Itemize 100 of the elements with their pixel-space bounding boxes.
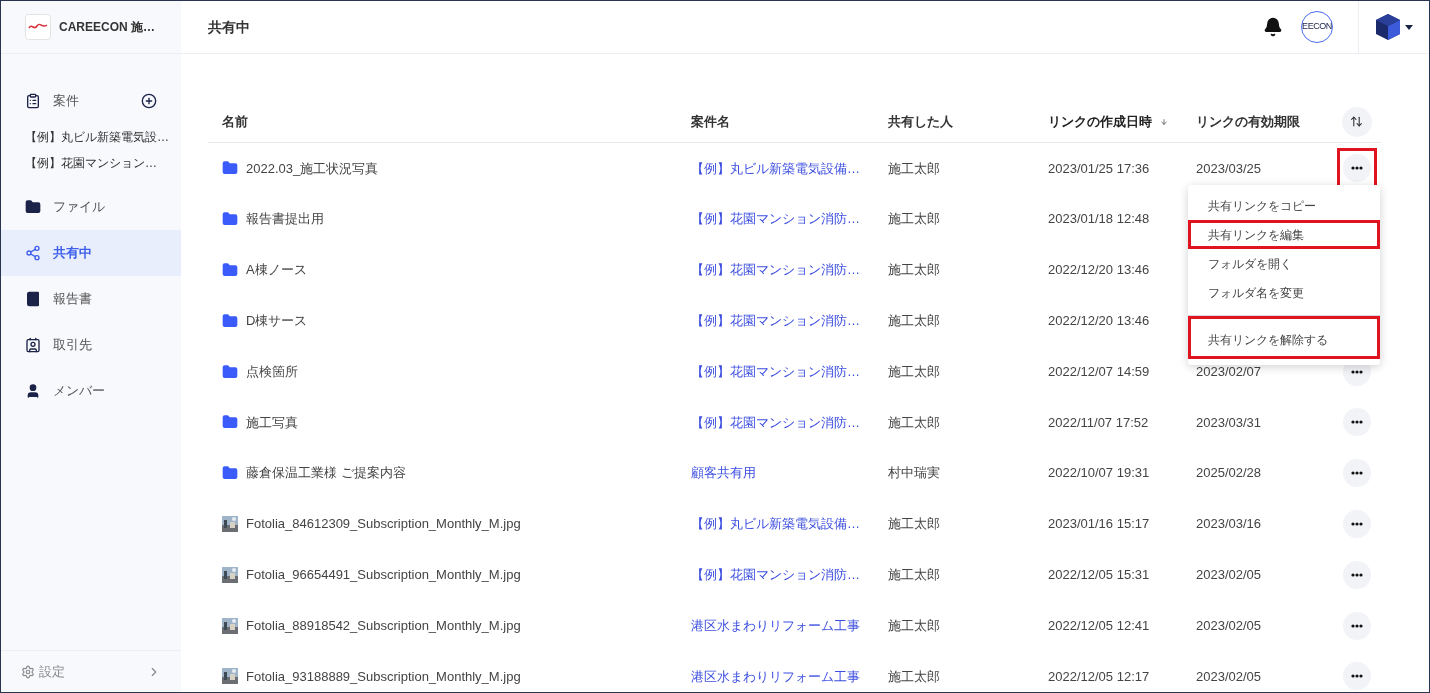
bell-icon[interactable] — [1263, 17, 1283, 37]
column-header[interactable]: 名前 — [222, 111, 248, 132]
file-name[interactable]: 藤倉保温工業様 ご提案内容 — [246, 463, 406, 483]
more-button[interactable] — [1342, 662, 1371, 691]
more-button[interactable] — [1342, 459, 1371, 488]
workspace-name[interactable]: CAREECON 施… — [59, 18, 155, 36]
table-cell: 施工太郎 — [888, 211, 940, 227]
project-link[interactable]: 【例】丸ビル新築電気設… — [1, 124, 181, 150]
share-icon — [25, 245, 41, 261]
folder-icon — [222, 465, 238, 482]
file-name[interactable]: 点検箇所 — [246, 361, 298, 382]
more-icon — [1350, 572, 1363, 577]
table-cell: 2023/02/07 — [1196, 363, 1262, 379]
contact-card-icon — [25, 337, 41, 353]
table-cell: 2022/10/07 19:31 — [1048, 465, 1150, 481]
project-link[interactable]: 【例】花園マンション消防… — [691, 211, 860, 227]
file-name[interactable]: 報告書提出用 — [246, 209, 324, 229]
add-icon[interactable] — [141, 93, 157, 109]
more-button[interactable] — [1342, 509, 1371, 538]
sort-icon — [1350, 115, 1363, 128]
project-link[interactable]: 【例】花園マンション消防… — [691, 567, 860, 582]
more-icon — [1350, 369, 1363, 374]
folder-icon — [222, 211, 238, 228]
folder-icon — [222, 262, 238, 278]
file-name[interactable]: 2022.03_施工状況写真 — [246, 158, 379, 179]
table-cell: 2023/02/05 — [1196, 668, 1262, 684]
project-link[interactable]: 【例】花園マンション消防… — [691, 313, 860, 329]
file-name[interactable]: Fotolia_96654491_Subscription_Monthly_M.jpg — [246, 565, 521, 585]
folder-icon — [222, 363, 238, 380]
person-icon — [25, 383, 41, 399]
column-header[interactable]: 共有した人 — [888, 111, 953, 132]
table-cell: 2022/12/20 13:46 — [1048, 313, 1150, 329]
table-cell: 2023/01/25 17:36 — [1048, 160, 1150, 176]
table-cell: 村中瑞実 — [888, 465, 940, 481]
more-icon — [1350, 471, 1363, 476]
table-cell: 施工太郎 — [888, 313, 940, 329]
sidebar-item[interactable]: 報告書 — [1, 276, 181, 322]
settings-link[interactable]: 設定 — [39, 661, 65, 682]
cube-avatar-icon[interactable] — [1375, 13, 1401, 41]
project-link[interactable]: 港区水まわりリフォーム工事 — [691, 617, 860, 633]
table-cell: 2022/12/05 12:17 — [1048, 668, 1150, 684]
book-icon — [25, 291, 41, 307]
table-cell: 施工太郎 — [888, 160, 940, 176]
sort-toggle-button[interactable] — [1341, 106, 1372, 137]
more-button[interactable] — [1342, 408, 1371, 437]
table-cell: 施工太郎 — [888, 262, 940, 278]
file-name[interactable]: 施工写真 — [246, 412, 298, 433]
file-name[interactable]: Fotolia_88918542_Subscription_Monthly_M.jpg — [246, 615, 521, 636]
table-cell: 2023/02/05 — [1196, 617, 1262, 633]
file-name[interactable]: A棟ノース — [246, 260, 307, 280]
folder-icon — [222, 312, 238, 329]
more-icon — [1350, 623, 1363, 628]
file-name[interactable]: D棟サース — [246, 311, 308, 331]
caret-icon[interactable] — [1405, 24, 1413, 30]
menu-item[interactable]: フォルダを開く — [1188, 249, 1380, 278]
project-link[interactable]: 【例】花園マンション消防… — [691, 414, 860, 430]
sidebar-item[interactable]: ファイル — [1, 184, 181, 230]
more-button[interactable] — [1342, 154, 1371, 183]
more-icon — [1350, 166, 1363, 171]
table-cell: 2022/12/05 12:41 — [1048, 617, 1150, 633]
file-name[interactable]: Fotolia_93188889_Subscription_Monthly_M.jpg — [246, 666, 521, 687]
sidebar-item[interactable]: 案件 — [1, 78, 181, 124]
project-link[interactable]: 港区水まわりリフォーム工事 — [691, 668, 860, 684]
table-cell: 施工太郎 — [888, 414, 940, 430]
folder-icon — [222, 414, 238, 431]
table-cell: 施工太郎 — [888, 363, 940, 379]
table-cell: 2023/01/18 12:48 — [1048, 211, 1150, 227]
project-link[interactable]: 顧客共有用 — [691, 465, 756, 481]
column-header[interactable]: 案件名 — [691, 111, 730, 132]
table-cell: 2023/03/16 — [1196, 516, 1262, 532]
column-header[interactable]: リンクの有効期限 — [1196, 111, 1300, 132]
menu-item[interactable]: 共有リンクをコピー — [1188, 191, 1380, 220]
table-cell: 2023/03/25 — [1196, 160, 1262, 176]
folder-icon — [222, 160, 238, 177]
table-cell: 2022/12/07 14:59 — [1048, 363, 1150, 379]
project-link[interactable]: 【例】丸ビル新築電気設備… — [691, 160, 860, 176]
sidebar-item[interactable]: 取引先 — [1, 322, 181, 368]
page-title: 共有中 — [208, 17, 250, 37]
table-cell: 施工太郎 — [888, 617, 940, 633]
menu-item[interactable]: フォルダ名を変更 — [1188, 278, 1380, 307]
menu-item[interactable]: 共有リンクを解除する — [1188, 315, 1380, 359]
sidebar-item[interactable]: メンバー — [1, 368, 181, 414]
clipboard-icon — [25, 93, 41, 109]
project-link[interactable]: 【例】花園マンション… — [1, 150, 181, 176]
table-cell: 2025/02/28 — [1196, 465, 1262, 481]
table-cell: 施工太郎 — [888, 567, 940, 582]
more-icon — [1350, 521, 1363, 526]
file-name[interactable]: Fotolia_84612309_Subscription_Monthly_M.jpg — [246, 514, 521, 534]
menu-item[interactable]: 共有リンクを編集 — [1188, 220, 1380, 249]
more-button[interactable] — [1342, 611, 1371, 640]
project-link[interactable]: 【例】花園マンション消防… — [691, 262, 860, 278]
table-cell: 2023/01/16 15:17 — [1048, 516, 1150, 532]
project-link[interactable]: 【例】花園マンション消防… — [691, 363, 860, 379]
more-button[interactable] — [1342, 560, 1371, 589]
project-link[interactable]: 【例】丸ビル新築電気設備… — [691, 516, 860, 532]
column-header[interactable]: リンクの作成日時 — [1048, 111, 1152, 132]
more-icon — [1350, 420, 1363, 425]
folder-icon — [25, 199, 41, 215]
table-cell: 2023/02/05 — [1196, 567, 1262, 582]
sidebar-item[interactable]: 共有中 — [1, 230, 181, 276]
